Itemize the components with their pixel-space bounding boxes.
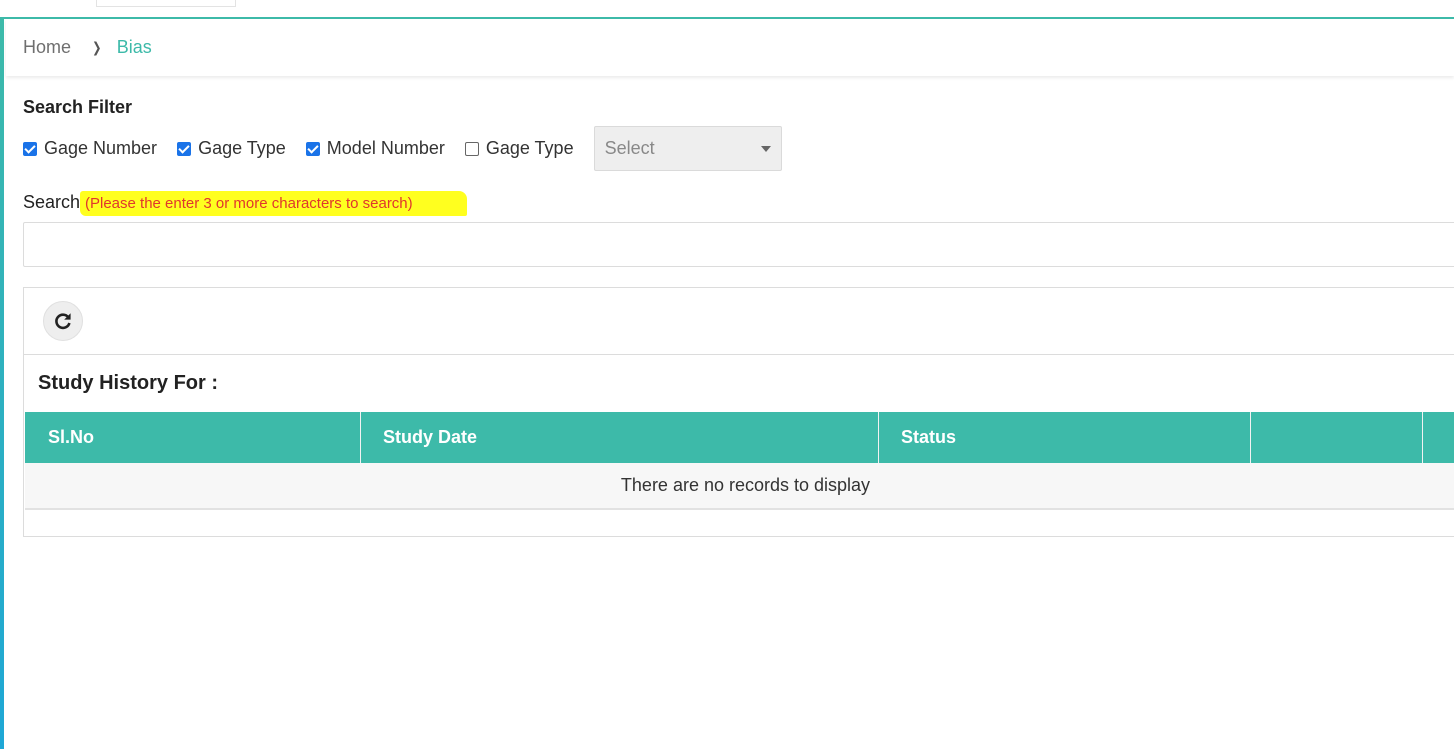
search-label: Search xyxy=(23,192,81,212)
top-strip xyxy=(0,0,1454,17)
filter-options: Gage Number Gage Type Model Number Gage … xyxy=(23,126,782,171)
filter-option-label: Model Number xyxy=(326,138,445,158)
chevron-right-icon: ❯ xyxy=(92,39,102,55)
column-header-extra xyxy=(1423,412,1454,463)
select-value: Select xyxy=(604,138,655,158)
panel-divider xyxy=(24,354,1454,355)
search-input[interactable] xyxy=(23,222,1454,267)
column-header-status[interactable]: Status xyxy=(879,412,1251,463)
study-history-title: Study History For : xyxy=(38,372,219,394)
checkbox-checked-icon[interactable] xyxy=(23,141,37,156)
filter-gage-number-checkbox[interactable]: Gage Number xyxy=(23,138,157,159)
table-header: Sl.No Study Date Status xyxy=(25,412,1454,463)
search-hint: (Please the enter 3 or more characters t… xyxy=(80,191,467,216)
column-header-slno[interactable]: Sl.No xyxy=(25,412,361,463)
tab-stub[interactable] xyxy=(96,0,236,7)
checkbox-checked-icon[interactable] xyxy=(305,141,320,156)
search-filter-title: Search Filter xyxy=(23,97,133,117)
left-accent-border xyxy=(0,17,4,749)
breadcrumb-home-link[interactable]: Home xyxy=(23,37,71,58)
filter-option-label: Gage Number xyxy=(44,138,158,158)
study-history-panel: Study History For : Sl.No Study Date Sta… xyxy=(23,287,1454,537)
table-empty-row: There are no records to display xyxy=(25,463,1454,510)
column-header-actions xyxy=(1251,412,1423,463)
gage-type-select[interactable]: Select xyxy=(593,126,782,171)
refresh-button[interactable] xyxy=(43,301,83,341)
checkbox-checked-icon[interactable] xyxy=(177,141,192,156)
filter-option-label: Gage Type xyxy=(198,138,286,158)
filter-gage-type-2-checkbox[interactable]: Gage Type xyxy=(464,138,574,159)
filter-model-number-checkbox[interactable]: Model Number xyxy=(305,138,445,159)
empty-message: There are no records to display xyxy=(620,475,871,495)
refresh-icon xyxy=(55,313,71,330)
breadcrumb-current: Bias xyxy=(116,37,152,57)
breadcrumb: Home ❯ Bias xyxy=(6,19,1454,76)
filter-gage-type-checkbox[interactable]: Gage Type xyxy=(177,138,286,159)
caret-down-icon xyxy=(760,145,771,152)
column-header-study-date[interactable]: Study Date xyxy=(361,412,879,463)
filter-option-label: Gage Type xyxy=(485,138,574,158)
checkbox-unchecked-icon[interactable] xyxy=(464,141,479,156)
